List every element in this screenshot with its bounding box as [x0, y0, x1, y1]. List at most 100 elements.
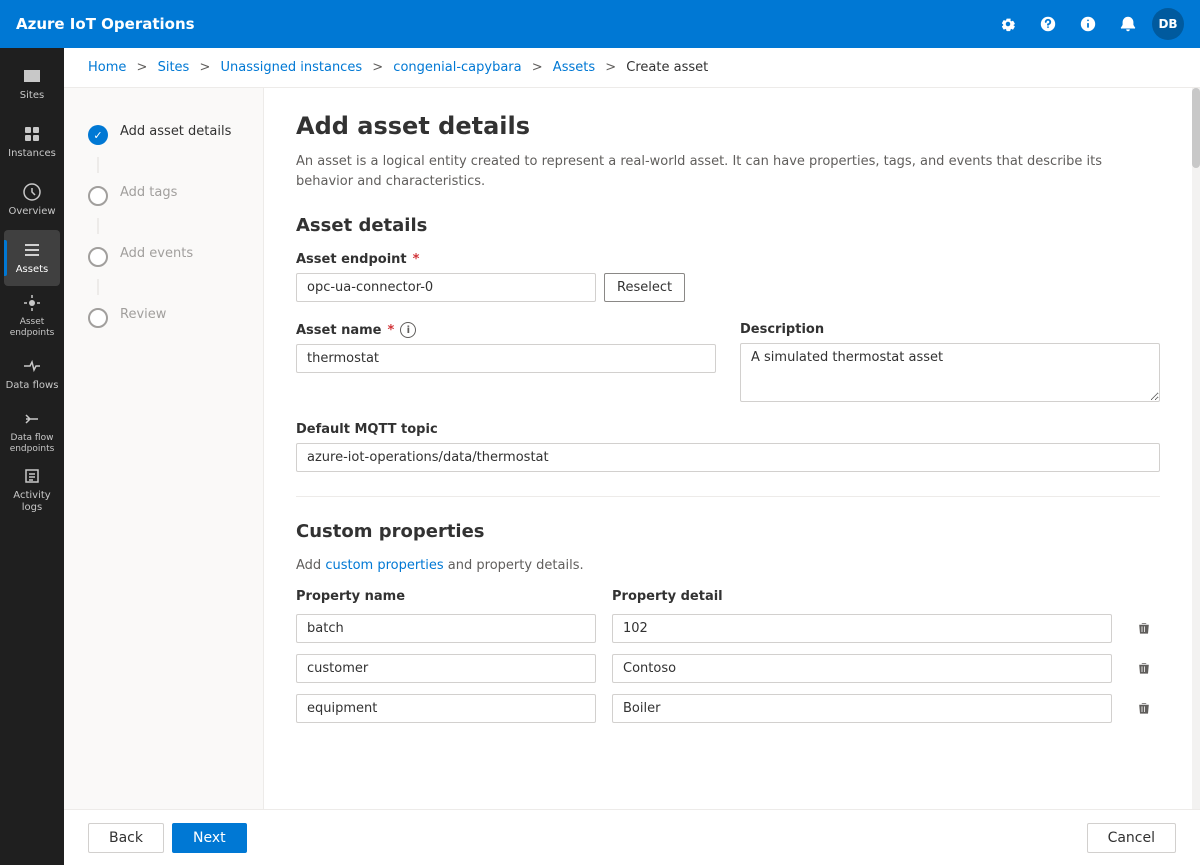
sidebar: Sites Instances Overview Assets Asset en… [0, 48, 64, 865]
sidebar-item-sites[interactable]: Sites [4, 56, 60, 112]
help-icon[interactable] [1032, 8, 1064, 40]
bell-icon[interactable] [1112, 8, 1144, 40]
step-connector-3 [97, 279, 99, 295]
scrollbar-thumb[interactable] [1192, 88, 1200, 168]
step-label-3: Add events [120, 246, 193, 261]
step-connector-1 [97, 157, 99, 173]
sidebar-activity-logs-label: Activity logs [4, 490, 60, 514]
section-divider [296, 496, 1160, 497]
sidebar-data-flow-endpoints-label: Data flow endpoints [4, 433, 60, 455]
prop-detail-col-0 [612, 614, 1112, 643]
mqtt-topic-input[interactable] [296, 443, 1160, 472]
prop-name-col-1 [296, 654, 596, 683]
description-field: Description A simulated thermostat asset [740, 322, 1160, 402]
next-button[interactable]: Next [172, 823, 247, 853]
step-add-tags[interactable]: Add tags [80, 173, 247, 218]
description-textarea[interactable]: A simulated thermostat asset [740, 343, 1160, 402]
prop-detail-input-2[interactable] [612, 694, 1112, 723]
breadcrumb-assets[interactable]: Assets [553, 60, 595, 75]
asset-name-info-icon[interactable]: i [400, 322, 416, 338]
asset-endpoint-field: Asset endpoint * Reselect [296, 252, 1160, 302]
step-circle-4 [88, 308, 108, 328]
footer-left: Back Next [88, 823, 247, 853]
user-avatar[interactable]: DB [1152, 8, 1184, 40]
sidebar-item-assets[interactable]: Assets [4, 230, 60, 286]
sidebar-item-data-flow-endpoints[interactable]: Data flow endpoints [4, 404, 60, 460]
required-star: * [413, 252, 420, 267]
prop-row-1 [296, 652, 1160, 684]
page-body: ✓ Add asset details Add tags Add events [64, 88, 1200, 809]
prop-detail-input-1[interactable] [612, 654, 1112, 683]
back-button[interactable]: Back [88, 823, 164, 853]
breadcrumb-instance[interactable]: congenial-capybara [393, 60, 521, 75]
step-circle-2 [88, 186, 108, 206]
prop-delete-button-0[interactable] [1128, 612, 1160, 644]
prop-name-header: Property name [296, 589, 596, 604]
sep5: > [605, 60, 616, 75]
step-label-4: Review [120, 307, 166, 322]
breadcrumb-home[interactable]: Home [88, 60, 126, 75]
prop-delete-button-2[interactable] [1128, 692, 1160, 724]
footer: Back Next Cancel [64, 809, 1200, 865]
cancel-button[interactable]: Cancel [1087, 823, 1176, 853]
form-area: Add asset details An asset is a logical … [264, 88, 1192, 809]
scrollbar-track[interactable] [1192, 88, 1200, 809]
breadcrumb-unassigned[interactable]: Unassigned instances [221, 60, 363, 75]
footer-right: Cancel [1087, 823, 1176, 853]
sidebar-instances-label: Instances [8, 148, 56, 160]
prop-name-input-2[interactable] [296, 694, 596, 723]
name-required-star: * [387, 323, 394, 338]
prop-delete-button-1[interactable] [1128, 652, 1160, 684]
sep2: > [199, 60, 210, 75]
prop-row-2 [296, 692, 1160, 724]
description-label: Description [740, 322, 1160, 337]
sidebar-asset-endpoints-label: Asset endpoints [4, 317, 60, 339]
breadcrumb-sites[interactable]: Sites [158, 60, 190, 75]
asset-endpoint-input[interactable] [296, 273, 596, 302]
sidebar-item-overview[interactable]: Overview [4, 172, 60, 228]
main-layout: Sites Instances Overview Assets Asset en… [0, 48, 1200, 865]
sidebar-item-asset-endpoints[interactable]: Asset endpoints [4, 288, 60, 344]
sidebar-assets-label: Assets [16, 264, 49, 276]
step-add-asset-details[interactable]: ✓ Add asset details [80, 112, 247, 157]
asset-name-label: Asset name * i [296, 322, 716, 338]
prop-row-0 [296, 612, 1160, 644]
prop-detail-input-0[interactable] [612, 614, 1112, 643]
page-description: An asset is a logical entity created to … [296, 152, 1160, 191]
sidebar-data-flows-label: Data flows [6, 380, 59, 392]
feedback-icon[interactable] [1072, 8, 1104, 40]
step-circle-1: ✓ [88, 125, 108, 145]
asset-details-section: Asset details [296, 215, 1160, 236]
step-connector-2 [97, 218, 99, 234]
step-review[interactable]: Review [80, 295, 247, 340]
endpoint-row: Reselect [296, 273, 1160, 302]
reselect-button[interactable]: Reselect [604, 273, 685, 302]
prop-name-input-1[interactable] [296, 654, 596, 683]
step-add-events[interactable]: Add events [80, 234, 247, 279]
mqtt-topic-field: Default MQTT topic [296, 422, 1160, 472]
name-description-row: Asset name * i Description A simulated t… [296, 322, 1160, 402]
top-nav: Azure IoT Operations DB [0, 0, 1200, 48]
prop-detail-col-1 [612, 654, 1112, 683]
stepper: ✓ Add asset details Add tags Add events [64, 88, 264, 809]
props-header: Property name Property detail [296, 589, 1160, 604]
settings-icon[interactable] [992, 8, 1024, 40]
asset-name-input[interactable] [296, 344, 716, 373]
sidebar-item-activity-logs[interactable]: Activity logs [4, 462, 60, 518]
sidebar-sites-label: Sites [20, 90, 44, 102]
sep4: > [532, 60, 543, 75]
prop-name-input-0[interactable] [296, 614, 596, 643]
custom-properties-section: Custom properties [296, 521, 1160, 542]
custom-props-link[interactable]: custom properties [325, 558, 443, 573]
prop-name-col-0 [296, 614, 596, 643]
content-area: Home > Sites > Unassigned instances > co… [64, 48, 1200, 865]
asset-endpoint-label: Asset endpoint * [296, 252, 1160, 267]
prop-detail-header: Property detail [612, 589, 1160, 604]
step-circle-3 [88, 247, 108, 267]
prop-name-col-2 [296, 694, 596, 723]
sidebar-item-instances[interactable]: Instances [4, 114, 60, 170]
app-title: Azure IoT Operations [16, 15, 195, 33]
sidebar-item-data-flows[interactable]: Data flows [4, 346, 60, 402]
prop-detail-col-2 [612, 694, 1112, 723]
sidebar-overview-label: Overview [8, 206, 55, 218]
